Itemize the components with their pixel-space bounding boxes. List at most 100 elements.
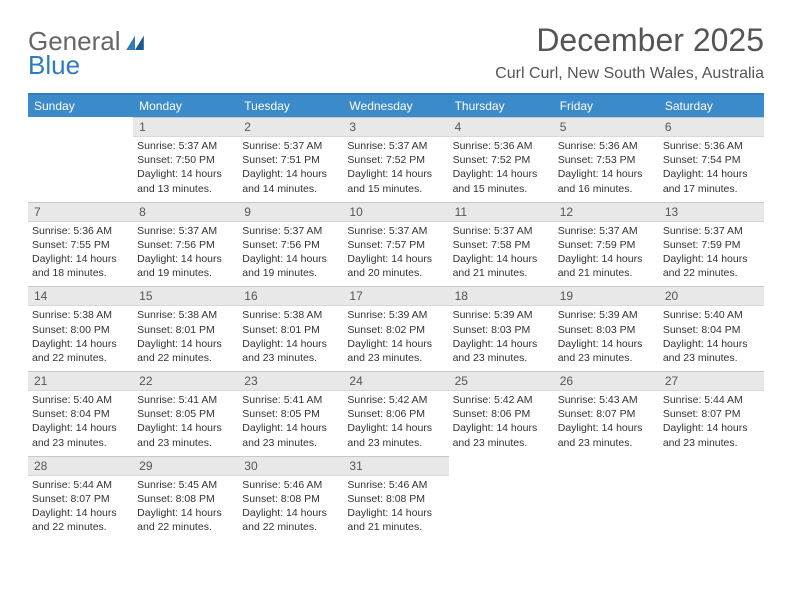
day-details: Sunrise: 5:37 AMSunset: 7:52 PMDaylight:… bbox=[343, 137, 448, 202]
day-details: Sunrise: 5:37 AMSunset: 7:59 PMDaylight:… bbox=[554, 222, 659, 287]
day-number: 4 bbox=[449, 117, 554, 137]
day-number: 12 bbox=[554, 202, 659, 222]
sunrise-text: Sunrise: 5:37 AM bbox=[663, 224, 760, 238]
day-number: 21 bbox=[28, 371, 133, 391]
sunrise-text: Sunrise: 5:39 AM bbox=[453, 308, 550, 322]
day-details: Sunrise: 5:36 AMSunset: 7:54 PMDaylight:… bbox=[659, 137, 764, 202]
weekday-header: Sunday bbox=[28, 94, 133, 117]
day-number: 13 bbox=[659, 202, 764, 222]
sunrise-text: Sunrise: 5:37 AM bbox=[137, 139, 234, 153]
day-number: 19 bbox=[554, 286, 659, 306]
day-details: Sunrise: 5:37 AMSunset: 7:58 PMDaylight:… bbox=[449, 222, 554, 287]
sunrise-text: Sunrise: 5:46 AM bbox=[347, 478, 444, 492]
sunrise-text: Sunrise: 5:42 AM bbox=[347, 393, 444, 407]
day-details: Sunrise: 5:44 AMSunset: 8:07 PMDaylight:… bbox=[28, 476, 133, 541]
sunrise-text: Sunrise: 5:37 AM bbox=[242, 224, 339, 238]
daylight-text: Daylight: 14 hours and 23 minutes. bbox=[558, 337, 655, 365]
day-number: 9 bbox=[238, 202, 343, 222]
day-details: Sunrise: 5:41 AMSunset: 8:05 PMDaylight:… bbox=[133, 391, 238, 456]
sunrise-text: Sunrise: 5:36 AM bbox=[663, 139, 760, 153]
weekday-header: Thursday bbox=[449, 94, 554, 117]
sunset-text: Sunset: 7:56 PM bbox=[242, 238, 339, 252]
daylight-text: Daylight: 14 hours and 15 minutes. bbox=[347, 167, 444, 195]
calendar-day-cell bbox=[28, 117, 133, 202]
day-details: Sunrise: 5:37 AMSunset: 7:59 PMDaylight:… bbox=[659, 222, 764, 287]
daylight-text: Daylight: 14 hours and 23 minutes. bbox=[242, 337, 339, 365]
calendar-week-row: 14Sunrise: 5:38 AMSunset: 8:00 PMDayligh… bbox=[28, 286, 764, 371]
calendar-day-cell: 13Sunrise: 5:37 AMSunset: 7:59 PMDayligh… bbox=[659, 202, 764, 287]
sunrise-text: Sunrise: 5:36 AM bbox=[558, 139, 655, 153]
day-number: 6 bbox=[659, 117, 764, 137]
sunset-text: Sunset: 8:06 PM bbox=[347, 407, 444, 421]
day-number: 11 bbox=[449, 202, 554, 222]
daylight-text: Daylight: 14 hours and 21 minutes. bbox=[558, 252, 655, 280]
calendar-day-cell: 9 Sunrise: 5:37 AMSunset: 7:56 PMDaylight… bbox=[238, 202, 343, 287]
sunset-text: Sunset: 8:07 PM bbox=[32, 492, 129, 506]
sunset-text: Sunset: 8:01 PM bbox=[137, 323, 234, 337]
title-block: December 2025 Curl Curl, New South Wales… bbox=[495, 22, 764, 83]
sunset-text: Sunset: 8:07 PM bbox=[663, 407, 760, 421]
day-details: Sunrise: 5:37 AMSunset: 7:57 PMDaylight:… bbox=[343, 222, 448, 287]
calendar-day-cell: 31Sunrise: 5:46 AMSunset: 8:08 PMDayligh… bbox=[343, 456, 448, 541]
day-details: Sunrise: 5:40 AMSunset: 8:04 PMDaylight:… bbox=[28, 391, 133, 456]
day-details: Sunrise: 5:39 AMSunset: 8:03 PMDaylight:… bbox=[449, 306, 554, 371]
sunset-text: Sunset: 8:08 PM bbox=[242, 492, 339, 506]
day-number: 27 bbox=[659, 371, 764, 391]
day-details: Sunrise: 5:36 AMSunset: 7:53 PMDaylight:… bbox=[554, 137, 659, 202]
calendar-day-cell: 29Sunrise: 5:45 AMSunset: 8:08 PMDayligh… bbox=[133, 456, 238, 541]
day-details: Sunrise: 5:39 AMSunset: 8:03 PMDaylight:… bbox=[554, 306, 659, 371]
day-number: 22 bbox=[133, 371, 238, 391]
day-number: 25 bbox=[449, 371, 554, 391]
sunrise-text: Sunrise: 5:44 AM bbox=[663, 393, 760, 407]
day-number: 30 bbox=[238, 456, 343, 476]
sunrise-text: Sunrise: 5:42 AM bbox=[453, 393, 550, 407]
day-details: Sunrise: 5:42 AMSunset: 8:06 PMDaylight:… bbox=[343, 391, 448, 456]
calendar-day-cell: 25Sunrise: 5:42 AMSunset: 8:06 PMDayligh… bbox=[449, 371, 554, 456]
daylight-text: Daylight: 14 hours and 22 minutes. bbox=[32, 506, 129, 534]
daylight-text: Daylight: 14 hours and 19 minutes. bbox=[242, 252, 339, 280]
calendar-day-cell: 12Sunrise: 5:37 AMSunset: 7:59 PMDayligh… bbox=[554, 202, 659, 287]
calendar-day-cell bbox=[659, 456, 764, 541]
day-number: 7 bbox=[28, 202, 133, 222]
day-details: Sunrise: 5:46 AMSunset: 8:08 PMDaylight:… bbox=[238, 476, 343, 541]
day-details: Sunrise: 5:36 AMSunset: 7:52 PMDaylight:… bbox=[449, 137, 554, 202]
daylight-text: Daylight: 14 hours and 23 minutes. bbox=[663, 337, 760, 365]
sunrise-text: Sunrise: 5:38 AM bbox=[242, 308, 339, 322]
sunrise-text: Sunrise: 5:39 AM bbox=[347, 308, 444, 322]
sunrise-text: Sunrise: 5:39 AM bbox=[558, 308, 655, 322]
sunrise-text: Sunrise: 5:40 AM bbox=[32, 393, 129, 407]
calendar-day-cell: 8Sunrise: 5:37 AMSunset: 7:56 PMDaylight… bbox=[133, 202, 238, 287]
day-number: 3 bbox=[343, 117, 448, 137]
sunset-text: Sunset: 7:56 PM bbox=[137, 238, 234, 252]
day-details: Sunrise: 5:38 AMSunset: 8:01 PMDaylight:… bbox=[133, 306, 238, 371]
day-details: Sunrise: 5:42 AMSunset: 8:06 PMDaylight:… bbox=[449, 391, 554, 456]
daylight-text: Daylight: 14 hours and 23 minutes. bbox=[453, 421, 550, 449]
day-details: Sunrise: 5:36 AMSunset: 7:55 PMDaylight:… bbox=[28, 222, 133, 287]
sunset-text: Sunset: 8:03 PM bbox=[558, 323, 655, 337]
calendar-day-cell: 11Sunrise: 5:37 AMSunset: 7:58 PMDayligh… bbox=[449, 202, 554, 287]
calendar-page: GeneralBlue December 2025 Curl Curl, New… bbox=[0, 0, 792, 540]
sunrise-text: Sunrise: 5:37 AM bbox=[558, 224, 655, 238]
sunrise-text: Sunrise: 5:40 AM bbox=[663, 308, 760, 322]
logo-mark-icon bbox=[125, 28, 145, 54]
daylight-text: Daylight: 14 hours and 17 minutes. bbox=[663, 167, 760, 195]
sunrise-text: Sunrise: 5:36 AM bbox=[453, 139, 550, 153]
day-number: 15 bbox=[133, 286, 238, 306]
calendar-day-cell: 21Sunrise: 5:40 AMSunset: 8:04 PMDayligh… bbox=[28, 371, 133, 456]
calendar-day-cell: 26Sunrise: 5:43 AMSunset: 8:07 PMDayligh… bbox=[554, 371, 659, 456]
calendar-day-cell: 16Sunrise: 5:38 AMSunset: 8:01 PMDayligh… bbox=[238, 286, 343, 371]
calendar-day-cell: 2Sunrise: 5:37 AMSunset: 7:51 PMDaylight… bbox=[238, 117, 343, 202]
calendar-week-row: 21Sunrise: 5:40 AMSunset: 8:04 PMDayligh… bbox=[28, 371, 764, 456]
sunset-text: Sunset: 8:03 PM bbox=[453, 323, 550, 337]
calendar-day-cell: 30Sunrise: 5:46 AMSunset: 8:08 PMDayligh… bbox=[238, 456, 343, 541]
calendar-day-cell: 7Sunrise: 5:36 AMSunset: 7:55 PMDaylight… bbox=[28, 202, 133, 287]
daylight-text: Daylight: 14 hours and 14 minutes. bbox=[242, 167, 339, 195]
weekday-header: Monday bbox=[133, 94, 238, 117]
sunset-text: Sunset: 8:00 PM bbox=[32, 323, 129, 337]
brand-logo: GeneralBlue bbox=[28, 28, 145, 78]
day-details: Sunrise: 5:38 AMSunset: 8:01 PMDaylight:… bbox=[238, 306, 343, 371]
sunset-text: Sunset: 7:53 PM bbox=[558, 153, 655, 167]
calendar-week-row: 1Sunrise: 5:37 AMSunset: 7:50 PMDaylight… bbox=[28, 117, 764, 202]
sunset-text: Sunset: 7:52 PM bbox=[453, 153, 550, 167]
daylight-text: Daylight: 14 hours and 22 minutes. bbox=[137, 506, 234, 534]
